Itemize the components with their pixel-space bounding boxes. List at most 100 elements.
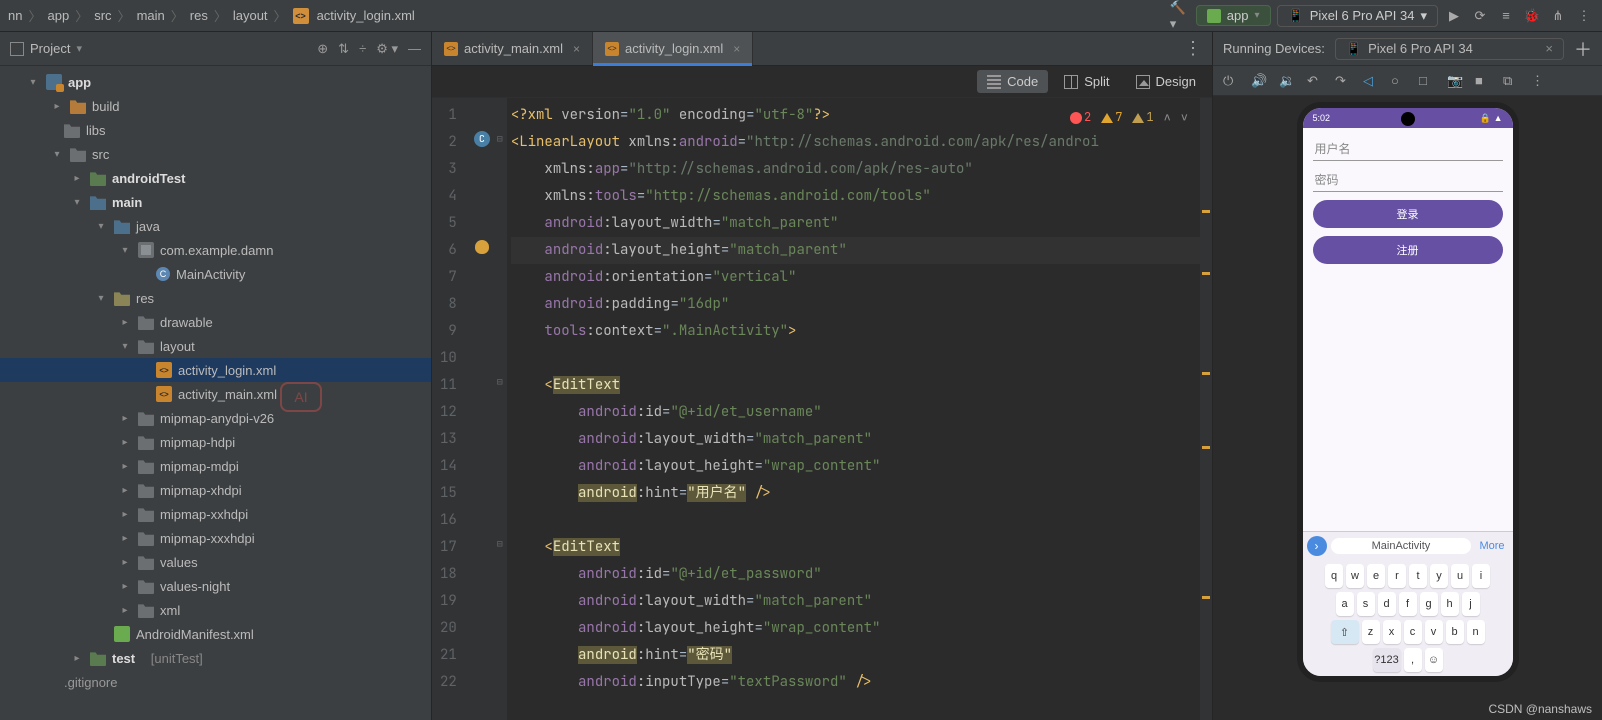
tree-gitignore[interactable]: .gitignore [0, 670, 431, 694]
tree-build[interactable]: ▸build [0, 94, 431, 118]
breadcrumb-part[interactable]: res [190, 8, 208, 23]
tab-activity-main[interactable]: activity_main.xml × [432, 32, 593, 65]
design-view-button[interactable]: Design [1126, 70, 1206, 93]
tabs-menu-icon[interactable]: ⋮ [1174, 38, 1212, 59]
breadcrumb-part[interactable]: main [137, 8, 165, 23]
tree-file-main[interactable]: <>activity_main.xml [0, 382, 431, 406]
tree-mipmap-any[interactable]: ▸mipmap-anydpi-v26 [0, 406, 431, 430]
project-title[interactable]: Project [30, 41, 70, 56]
more-icon[interactable]: ⋮ [1531, 73, 1547, 89]
breadcrumb-part[interactable]: layout [233, 8, 268, 23]
tree-mipmap-xh[interactable]: ▸mipmap-xhdpi [0, 478, 431, 502]
error-count[interactable]: 2 [1070, 104, 1091, 131]
line-gutter[interactable]: 12345678910111213141516171819202122 [432, 98, 471, 720]
tree-mipmap-m[interactable]: ▸mipmap-mdpi [0, 454, 431, 478]
kb-key[interactable]: ?123 [1373, 648, 1401, 672]
kb-key[interactable]: w [1346, 564, 1364, 588]
device-selector[interactable]: 📱 Pixel 6 Pro API 34 ▾ [1277, 5, 1439, 27]
build-hammer-icon[interactable]: 🔨 ▾ [1170, 6, 1190, 26]
kb-key[interactable]: f [1399, 592, 1417, 616]
kb-key[interactable]: z [1362, 620, 1380, 644]
rotate-left-icon[interactable]: ↶ [1307, 73, 1323, 89]
tree-xml[interactable]: ▸xml [0, 598, 431, 622]
tree-androidTest[interactable]: ▸androidTest [0, 166, 431, 190]
bulb-icon[interactable] [475, 240, 489, 254]
login-button[interactable]: 登录 [1313, 200, 1503, 228]
expand-icon[interactable]: ⇅ [338, 41, 349, 57]
tree-java[interactable]: ▾java [0, 214, 431, 238]
debug-icon[interactable]: 🐞 [1522, 6, 1542, 26]
kb-key[interactable]: q [1325, 564, 1343, 588]
inspection-summary[interactable]: 2 7 1 ∧ ∨ [1070, 104, 1188, 131]
fold-gutter[interactable]: ⊟⊟⊟ [493, 98, 507, 720]
kb-key[interactable]: g [1420, 592, 1438, 616]
kb-key[interactable]: ☺ [1425, 648, 1443, 672]
et-username[interactable] [1313, 138, 1503, 161]
project-tree[interactable]: ▾app ▸build libs ▾src ▸androidTest ▾main… [0, 66, 431, 720]
kb-key[interactable]: a [1336, 592, 1354, 616]
tree-values-night[interactable]: ▸values-night [0, 574, 431, 598]
kb-key[interactable]: , [1404, 648, 1422, 672]
kb-key[interactable]: n [1467, 620, 1485, 644]
running-device-chip[interactable]: 📱 Pixel 6 Pro API 34 × [1335, 38, 1564, 60]
weak-warning-count[interactable]: 1 [1132, 104, 1153, 131]
power-icon[interactable]: ⏻ [1223, 73, 1239, 89]
tree-layout[interactable]: ▾layout [0, 334, 431, 358]
tree-src[interactable]: ▾src [0, 142, 431, 166]
split-view-button[interactable]: Split [1054, 70, 1119, 93]
tree-res[interactable]: ▾res [0, 286, 431, 310]
more-icon[interactable]: ⋮ [1574, 6, 1594, 26]
kb-key[interactable]: t [1409, 564, 1427, 588]
kb-key[interactable]: i [1472, 564, 1490, 588]
tree-mipmap-xxh[interactable]: ▸mipmap-xxhdpi [0, 502, 431, 526]
breadcrumb-part[interactable]: src [94, 8, 111, 23]
tree-manifest[interactable]: AndroidManifest.xml [0, 622, 431, 646]
kb-arrow-icon[interactable]: › [1307, 536, 1327, 556]
prev-highlight-icon[interactable]: ∧ [1164, 104, 1171, 131]
tree-app[interactable]: ▾app [0, 70, 431, 94]
tree-test[interactable]: ▸test [unitTest] [0, 646, 431, 670]
settings-icon[interactable]: ⚙ ▾ [376, 41, 398, 57]
back-icon[interactable]: ◁ [1363, 73, 1379, 89]
tree-drawable[interactable]: ▸drawable [0, 310, 431, 334]
kb-key[interactable]: e [1367, 564, 1385, 588]
display-icon[interactable]: ⧉ [1503, 73, 1519, 89]
kb-key[interactable]: b [1446, 620, 1464, 644]
class-marker-icon[interactable]: C [474, 131, 490, 147]
tree-libs[interactable]: libs [0, 118, 431, 142]
code-view-button[interactable]: Code [977, 70, 1048, 93]
kb-key[interactable]: c [1404, 620, 1422, 644]
apply-changes-icon[interactable]: ⟳ [1470, 6, 1490, 26]
run-icon[interactable]: ▶ [1444, 6, 1464, 26]
profile-icon[interactable]: ⋔ [1548, 6, 1568, 26]
tree-mipmap-xxxh[interactable]: ▸mipmap-xxxhdpi [0, 526, 431, 550]
tree-mipmap-h[interactable]: ▸mipmap-hdpi [0, 430, 431, 454]
tree-main[interactable]: ▾main [0, 190, 431, 214]
home-icon[interactable]: ○ [1391, 73, 1407, 89]
tree-values[interactable]: ▸values [0, 550, 431, 574]
kb-key[interactable]: y [1430, 564, 1448, 588]
tree-package[interactable]: ▾com.example.damn [0, 238, 431, 262]
next-highlight-icon[interactable]: ∨ [1181, 104, 1188, 131]
hide-icon[interactable]: — [408, 41, 421, 57]
breadcrumb[interactable]: nn〉 app〉 src〉 main〉 res〉 layout〉 <> acti… [8, 6, 1170, 25]
breadcrumb-part[interactable]: nn [8, 8, 22, 23]
breadcrumb-file[interactable]: activity_login.xml [317, 8, 415, 23]
structure-icon[interactable]: ≡ [1496, 6, 1516, 26]
tree-file-login[interactable]: <>activity_login.xml [0, 358, 431, 382]
close-icon[interactable]: × [733, 42, 740, 56]
tab-activity-login[interactable]: activity_login.xml × [593, 32, 753, 65]
kb-key[interactable]: r [1388, 564, 1406, 588]
tree-class-main[interactable]: CMainActivity [0, 262, 431, 286]
kb-key[interactable]: s [1357, 592, 1375, 616]
kb-suggestion[interactable]: MainActivity [1331, 538, 1472, 554]
record-icon[interactable]: ■ [1475, 73, 1491, 89]
soft-keyboard[interactable]: › MainActivity More qwertyuiasdfghj⇧zxcv… [1303, 531, 1513, 676]
vol-up-icon[interactable]: 🔊 [1251, 73, 1267, 89]
chevron-down-icon[interactable]: ▾ [76, 42, 82, 55]
select-opened-icon[interactable]: ⊕ [317, 41, 328, 57]
kb-key[interactable]: x [1383, 620, 1401, 644]
kb-more[interactable]: More [1475, 540, 1508, 552]
close-icon[interactable]: × [573, 42, 580, 56]
kb-key[interactable]: h [1441, 592, 1459, 616]
